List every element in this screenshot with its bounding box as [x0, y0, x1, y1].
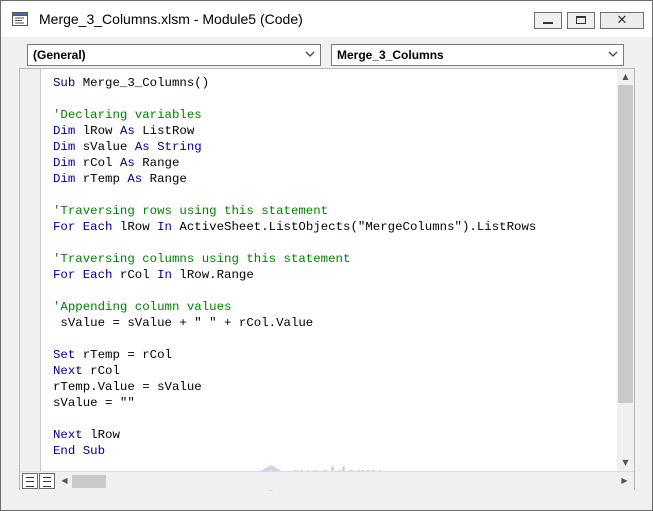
code-keyword: For Each	[53, 220, 113, 234]
code-line[interactable]: Next lRow	[53, 427, 536, 443]
code-line[interactable]: For Each rCol In lRow.Range	[53, 267, 536, 283]
code-line[interactable]: rTemp.Value = sValue	[53, 379, 536, 395]
code-line[interactable]: 'Traversing rows using this statement	[53, 203, 536, 219]
code-line[interactable]: Dim rCol As Range	[53, 155, 536, 171]
code-comment: 'Traversing columns using this statement	[53, 252, 351, 266]
code-keyword: Dim	[53, 172, 76, 186]
code-line[interactable]: 'Declaring variables	[53, 107, 536, 123]
code-line[interactable]	[53, 283, 536, 299]
code-line[interactable]: Sub Merge_3_Columns()	[53, 75, 536, 91]
chevron-down-icon	[608, 51, 618, 57]
code-keyword: Dim	[53, 124, 76, 138]
code-line[interactable]: Set rTemp = rCol	[53, 347, 536, 363]
code-keyword: As	[119, 156, 135, 170]
close-icon: ✕	[616, 13, 628, 28]
scroll-right-arrow-icon[interactable]: ▶	[616, 473, 633, 489]
code-line[interactable]: Dim lRow As ListRow	[53, 123, 536, 139]
full-module-view-button[interactable]	[39, 473, 55, 489]
code-line[interactable]: 'Traversing columns using this statement	[53, 251, 536, 267]
code-token: ActiveSheet.ListObjects("MergeColumns").…	[172, 220, 537, 234]
code-text[interactable]: Sub Merge_3_Columns() 'Declaring variabl…	[53, 75, 536, 459]
code-module-icon	[12, 12, 28, 26]
procedure-dropdown-value: Merge_3_Columns	[337, 48, 444, 62]
code-line[interactable]: 'Appending column values	[53, 299, 536, 315]
minimize-icon	[543, 22, 553, 24]
code-keyword: Next	[53, 364, 83, 378]
code-token: rCol	[75, 156, 120, 170]
code-comment: 'Appending column values	[53, 300, 232, 314]
code-line[interactable]	[53, 331, 536, 347]
code-comment: 'Declaring variables	[53, 108, 202, 122]
window-title: Merge_3_Columns.xlsm - Module5 (Code)	[39, 11, 303, 27]
code-token: Range	[134, 156, 180, 170]
code-token: lRow	[75, 124, 120, 138]
minimize-button[interactable]	[534, 12, 562, 29]
code-line[interactable]: Next rCol	[53, 363, 536, 379]
code-line[interactable]: End Sub	[53, 443, 536, 459]
code-token: sValue	[75, 140, 135, 154]
code-token: rTemp	[75, 172, 128, 186]
code-keyword: End Sub	[53, 444, 106, 458]
code-keyword: As String	[134, 140, 202, 154]
code-token: rTemp.Value = sValue	[53, 380, 202, 394]
code-token: lRow.Range	[172, 268, 254, 282]
procedure-dropdown[interactable]: Merge_3_Columns	[331, 44, 624, 66]
code-line[interactable]: sValue = sValue + " " + rCol.Value	[53, 315, 536, 331]
code-line[interactable]: For Each lRow In ActiveSheet.ListObjects…	[53, 219, 536, 235]
procedure-view-button[interactable]	[22, 473, 38, 489]
scroll-down-arrow-icon[interactable]: ▼	[617, 455, 634, 471]
code-line[interactable]: Dim sValue As String	[53, 139, 536, 155]
chevron-down-icon	[305, 51, 315, 57]
title-bar[interactable]: Merge_3_Columns.xlsm - Module5 (Code) ✕	[1, 1, 652, 37]
code-line[interactable]	[53, 411, 536, 427]
code-editor[interactable]: Sub Merge_3_Columns() 'Declaring variabl…	[19, 68, 635, 492]
full-module-view-icon	[43, 477, 51, 487]
code-line[interactable]	[53, 187, 536, 203]
vba-code-window: Merge_3_Columns.xlsm - Module5 (Code) ✕ …	[0, 0, 653, 511]
scroll-up-arrow-icon[interactable]: ▲	[617, 69, 634, 85]
code-keyword: In	[157, 220, 172, 234]
code-token: rCol	[112, 268, 158, 282]
horizontal-scroll-thumb[interactable]	[72, 475, 106, 488]
object-dropdown[interactable]: (General)	[27, 44, 321, 66]
code-token: lRow	[112, 220, 158, 234]
procedure-view-icon	[26, 477, 34, 487]
code-token: ListRow	[134, 124, 195, 138]
close-button[interactable]: ✕	[600, 12, 644, 29]
code-keyword: Set	[53, 348, 76, 362]
vertical-scroll-thumb[interactable]	[618, 85, 633, 403]
code-line[interactable]	[53, 91, 536, 107]
code-token: rTemp = rCol	[75, 348, 172, 362]
code-comment: 'Traversing rows using this statement	[53, 204, 329, 218]
code-keyword: As	[119, 124, 135, 138]
scroll-left-arrow-icon[interactable]: ◀	[56, 473, 73, 489]
margin-divider	[40, 69, 41, 471]
code-token: Range	[142, 172, 187, 186]
code-line[interactable]	[53, 235, 536, 251]
code-token: sValue = sValue + " " + rCol.Value	[53, 316, 314, 330]
vertical-scrollbar[interactable]: ▲ ▼	[617, 69, 634, 471]
maximize-icon	[576, 16, 586, 24]
code-token: rCol	[82, 364, 120, 378]
code-keyword: Dim	[53, 156, 76, 170]
code-line[interactable]: sValue = ""	[53, 395, 536, 411]
code-keyword: Next	[53, 428, 83, 442]
code-token: lRow	[82, 428, 120, 442]
maximize-button[interactable]	[567, 12, 595, 29]
horizontal-scrollbar[interactable]: ◀ ▶	[20, 471, 634, 490]
code-token: sValue = ""	[53, 396, 135, 410]
code-line[interactable]: Dim rTemp As Range	[53, 171, 536, 187]
code-keyword: In	[157, 268, 172, 282]
code-keyword: For Each	[53, 268, 113, 282]
margin-indicator-bar[interactable]	[20, 69, 41, 471]
code-keyword: As	[127, 172, 143, 186]
code-keyword: Sub Merge_3_Columns()	[53, 76, 210, 90]
object-dropdown-value: (General)	[33, 48, 86, 62]
code-keyword: Dim	[53, 140, 76, 154]
